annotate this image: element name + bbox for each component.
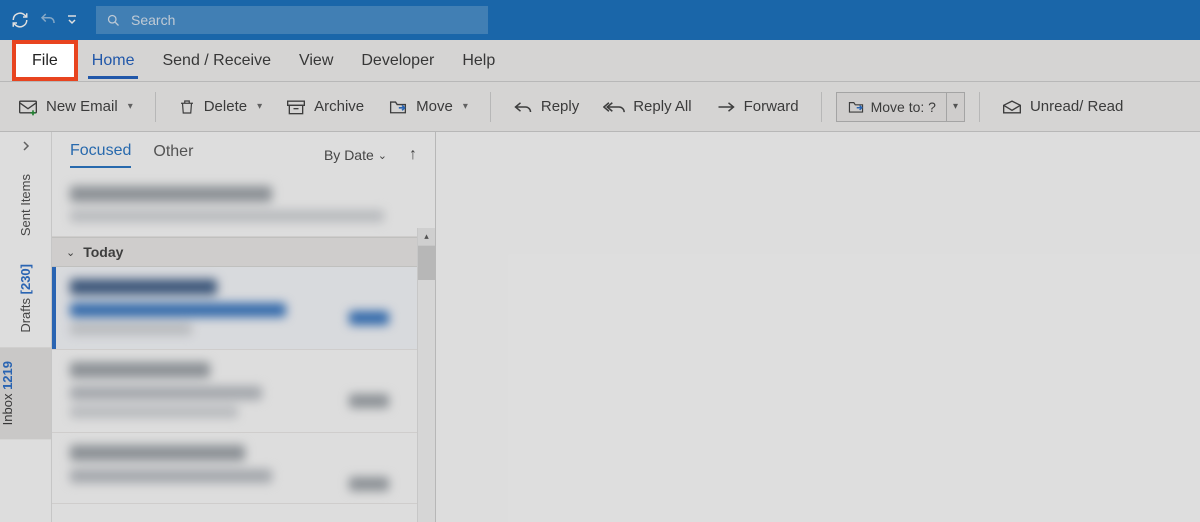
tab-view[interactable]: View [285,40,347,81]
reply-all-button[interactable]: Reply All [595,94,699,119]
body: Sent Items Drafts [230] Inbox 1219 Focus… [0,132,1200,522]
sync-icon[interactable] [6,6,34,34]
chevron-down-icon[interactable]: ▾ [257,101,262,112]
focused-tab[interactable]: Focused [70,142,131,168]
archive-label: Archive [314,98,364,115]
separator [821,92,822,122]
sort-by-date[interactable]: By Date ⌄ [324,147,387,163]
folder-nav-collapsed: Sent Items Drafts [230] Inbox 1219 [0,132,52,522]
ribbon-tabs: File Home Send / Receive View Developer … [0,40,1200,82]
nav-inbox-count: 1219 [0,361,15,390]
archive-button[interactable]: Archive [278,94,372,120]
title-bar: Search [0,0,1200,40]
sort-label: By Date [324,147,374,163]
search-placeholder: Search [131,12,175,28]
move-to-label: Move to: ? [871,99,936,115]
nav-drafts-label: Drafts [18,298,33,333]
forward-label: Forward [744,98,799,115]
separator [155,92,156,122]
chevron-down-icon: ⌄ [378,149,387,162]
group-header-today[interactable]: ⌄ Today [52,237,435,267]
forward-button[interactable]: Forward [708,94,807,119]
tab-help[interactable]: Help [448,40,509,81]
nav-sent-items[interactable]: Sent Items [18,160,33,250]
tab-file[interactable]: File [12,40,78,81]
list-item[interactable] [52,433,435,504]
chevron-down-icon[interactable]: ▾ [946,93,964,121]
chevron-down-icon[interactable]: ▾ [128,101,133,112]
nav-inbox-label: Inbox [0,393,15,425]
message-list[interactable]: ⌄ Today [52,174,435,522]
delete-label: Delete [204,98,247,115]
separator [490,92,491,122]
reply-all-label: Reply All [633,98,691,115]
nav-drafts[interactable]: Drafts [230] [18,250,33,347]
move-to-dropdown[interactable]: Move to: ? ▾ [836,92,965,122]
separator [979,92,980,122]
tab-send-receive[interactable]: Send / Receive [148,40,285,81]
message-list-header: Focused Other By Date ⌄ ↑ [52,132,435,168]
unread-read-label: Unread/ Read [1030,98,1123,115]
ribbon-toolbar: New Email ▾ Delete ▾ Archive Move ▾ Repl… [0,82,1200,132]
move-button[interactable]: Move ▾ [380,94,476,120]
chevron-down-icon[interactable]: ▾ [463,101,468,112]
nav-inbox[interactable]: Inbox 1219 [0,347,51,439]
reply-button[interactable]: Reply [505,94,587,119]
qat-customize-icon[interactable] [62,6,82,34]
new-email-button[interactable]: New Email ▾ [10,94,141,120]
unread-read-button[interactable]: Unread/ Read [994,94,1131,119]
tab-home[interactable]: Home [78,40,149,81]
scroll-up-icon[interactable]: ▴ [418,228,435,246]
message-list-pane: Focused Other By Date ⌄ ↑ ⌄ Today [52,132,436,522]
scrollbar[interactable]: ▴ [417,228,435,522]
nav-sent-items-label: Sent Items [18,174,33,236]
other-tab[interactable]: Other [153,143,193,167]
nav-drafts-count: [230] [18,264,33,294]
reply-label: Reply [541,98,579,115]
list-item[interactable] [52,267,435,350]
undo-icon[interactable] [34,6,62,34]
tab-developer[interactable]: Developer [347,40,448,81]
list-item[interactable] [52,174,435,237]
new-email-label: New Email [46,98,118,115]
search-box[interactable]: Search [96,6,488,34]
sort-direction-icon[interactable]: ↑ [409,146,417,164]
reading-pane [436,132,1200,522]
list-item[interactable] [52,350,435,433]
group-today-label: Today [83,244,123,260]
move-label: Move [416,98,453,115]
chevron-down-icon: ⌄ [66,246,75,259]
expand-nav-icon[interactable] [0,132,51,160]
delete-button[interactable]: Delete ▾ [170,93,270,121]
scroll-thumb[interactable] [418,246,435,280]
